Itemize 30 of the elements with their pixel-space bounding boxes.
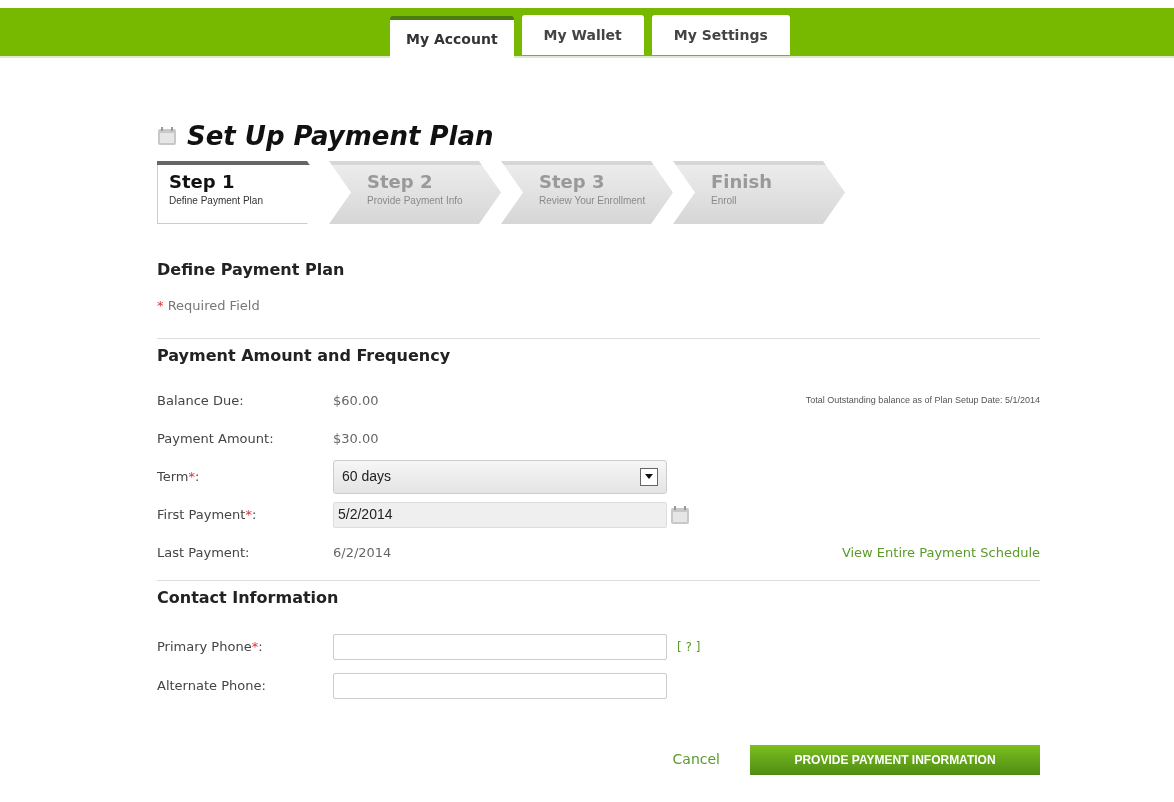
field-label: Balance Due: (157, 391, 245, 410)
phone-field[interactable] (333, 633, 667, 660)
field-label: First Payment*: (157, 505, 258, 524)
field-label: Payment Amount: (157, 429, 275, 448)
date-field[interactable]: 5/2/2014 (333, 501, 667, 528)
section-title: Payment Amount and Frequency (157, 344, 452, 367)
term-select[interactable]: 60 days (333, 459, 667, 494)
field-value: $30.00 (333, 429, 379, 448)
required-note: * Required Field (157, 297, 261, 315)
calendar-icon[interactable] (670, 504, 690, 525)
form-title: Define Payment Plan (157, 259, 346, 281)
field-value: 6/2/2014 (333, 543, 392, 562)
select-value: 60 days (342, 467, 392, 486)
field-label: Primary Phone*: (157, 637, 264, 656)
page-title: Set Up Payment Plan (187, 119, 494, 153)
field-label: Term*: (157, 467, 201, 486)
tab[interactable]: My Settings (651, 15, 790, 55)
field-value: $60.00 (333, 391, 379, 410)
section-title: Contact Information (157, 586, 340, 609)
schedule-link[interactable]: View Entire Payment Schedule (841, 542, 1040, 563)
field-label: Last Payment: (157, 543, 251, 562)
tab[interactable]: My Account (390, 16, 514, 58)
cancel-link[interactable]: Cancel (672, 749, 720, 770)
tab[interactable]: My Wallet (521, 15, 644, 55)
help-link[interactable]: [ ? ] (677, 637, 701, 656)
dropdown-icon (640, 467, 658, 486)
calendar-icon (157, 126, 177, 146)
balance-note: Total Outstanding balance as of Plan Setup Date: 5/1/2014 (805, 393, 1040, 407)
field-label: Alternate Phone: (157, 676, 267, 695)
phone-field[interactable] (333, 672, 667, 699)
